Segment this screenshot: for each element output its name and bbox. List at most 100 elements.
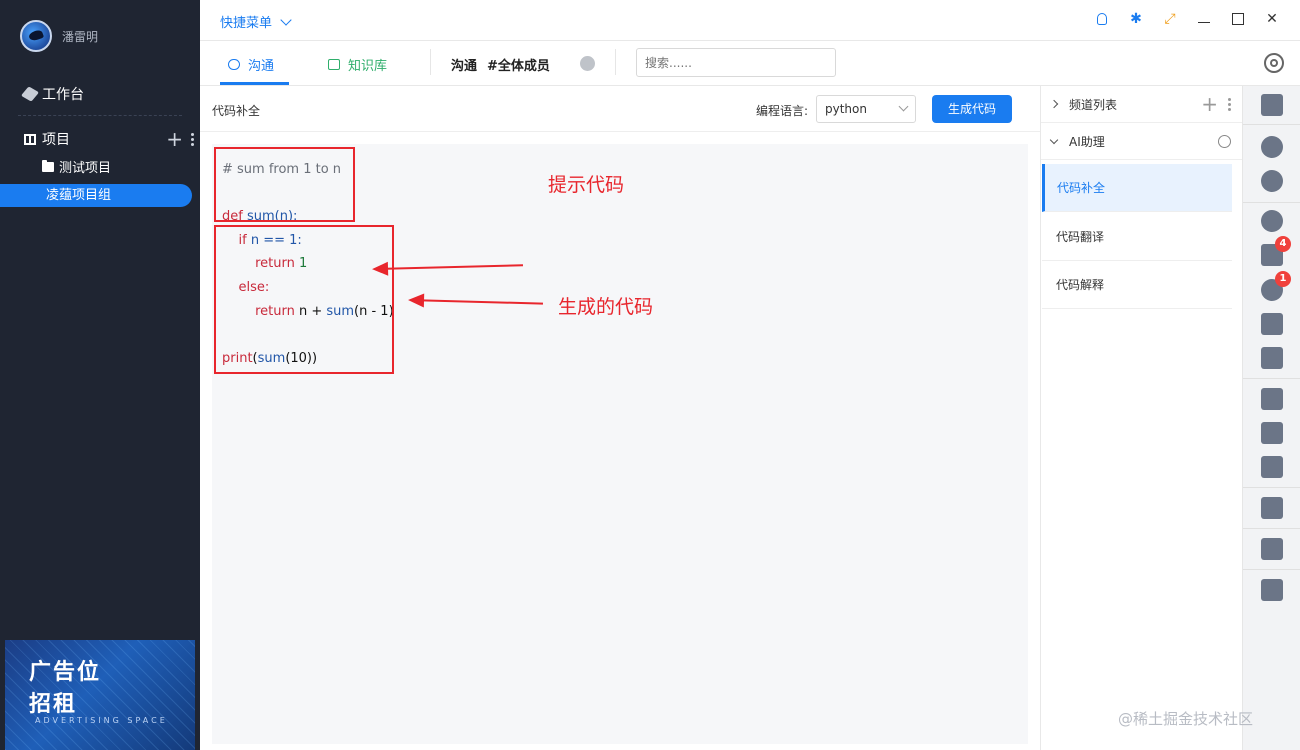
bug-icon[interactable]: 1 — [1261, 271, 1291, 301]
ai-assistant-header[interactable]: AI助理 — [1041, 123, 1243, 160]
bug-badge: 1 — [1275, 271, 1291, 287]
ad-banner[interactable]: 广告位 招租 ADVERTISING SPACE — [5, 640, 195, 750]
tab-comms[interactable]: 沟通 — [228, 55, 274, 74]
bulb-icon[interactable] — [1094, 11, 1110, 27]
close-icon[interactable]: ✕ — [1264, 11, 1280, 27]
divider — [1243, 569, 1300, 570]
annotation-generated-code: 生成的代码 — [558, 296, 654, 318]
app-window: 潘雷明 工作台 项目 + 测试项目 凌蕴项目组 广告位 招租 ADVERTISI… — [0, 0, 1300, 750]
flag-icon[interactable] — [1261, 347, 1283, 369]
left-sidebar: 潘雷明 工作台 项目 + 测试项目 凌蕴项目组 广告位 招租 ADVERTISI… — [0, 0, 200, 750]
more-icon[interactable] — [191, 132, 194, 146]
page-title: 代码补全 — [212, 104, 261, 118]
channel-prefix: 沟通 — [451, 59, 478, 74]
language-value: python — [825, 102, 867, 116]
ai-item-code-translation[interactable]: 代码翻译 — [1042, 213, 1232, 261]
tab-knowledge[interactable]: 知识库 — [328, 55, 387, 74]
chevron-down-icon — [280, 13, 292, 26]
divider — [615, 49, 616, 75]
add-channel-icon[interactable]: + — [1201, 94, 1218, 114]
ai-item-code-explanation[interactable]: 代码解释 — [1042, 261, 1232, 309]
folder-settings-icon[interactable] — [1261, 456, 1283, 478]
apps-icon[interactable] — [1261, 579, 1283, 601]
annotation-hint-code: 提示代码 — [548, 174, 625, 196]
divider — [1243, 528, 1300, 529]
sidebar-item-label: 凌蕴项目组 — [46, 188, 112, 203]
download-icon[interactable] — [1261, 538, 1283, 560]
user-profile[interactable]: 潘雷明 — [20, 20, 98, 52]
ad-line-1: 广告位 — [29, 660, 102, 685]
flash-icon[interactable] — [1261, 313, 1283, 335]
ad-line-2: 招租 — [29, 692, 78, 717]
username: 潘雷明 — [62, 29, 99, 44]
tabs-row: 沟通 知识库 沟通 #全体成员 — [200, 41, 1300, 86]
sidebar-item-projects[interactable]: 项目 + — [24, 129, 194, 149]
quick-menu-label: 快捷菜单 — [220, 16, 273, 31]
server-icon[interactable] — [1261, 388, 1283, 410]
watermark: @稀土掘金技术社区 — [1118, 710, 1254, 728]
generate-code-button[interactable]: 生成代码 — [932, 95, 1012, 123]
divider — [18, 115, 182, 116]
project-actions: + — [166, 129, 194, 149]
search-input[interactable] — [636, 48, 836, 77]
sidebar-item-project-group[interactable]: 凌蕴项目组 — [0, 184, 192, 207]
schedule-icon[interactable] — [1261, 497, 1283, 519]
sidebar-item-label: 工作台 — [42, 87, 84, 103]
bug-icon[interactable]: ✱ — [1128, 11, 1144, 27]
avatar[interactable] — [20, 20, 52, 52]
code-completion-panel: 代码补全 编程语言: python 生成代码 # sum from 1 to n… — [200, 86, 1040, 750]
right-icon-bar: 4 1 — [1242, 86, 1300, 750]
active-tab-indicator — [220, 82, 289, 85]
language-select[interactable]: python — [816, 95, 916, 123]
quick-menu-button[interactable]: 快捷菜单 — [220, 12, 292, 31]
task-icon[interactable]: 4 — [1261, 236, 1291, 266]
channel-title: 沟通 #全体成员 — [451, 55, 550, 74]
divider — [1243, 378, 1300, 379]
channel-name: #全体成员 — [487, 59, 550, 74]
add-project-icon[interactable]: + — [166, 129, 183, 149]
divider — [1243, 487, 1300, 488]
user-star-icon[interactable] — [1261, 170, 1283, 192]
location-icon[interactable] — [1261, 210, 1283, 232]
terminal-icon[interactable] — [1261, 422, 1283, 444]
panel-header: 代码补全 编程语言: python 生成代码 — [200, 86, 1040, 132]
settings-gear-icon[interactable] — [1264, 53, 1284, 73]
divider — [1243, 202, 1300, 203]
ai-assistant-label: AI助理 — [1069, 134, 1105, 149]
document-icon[interactable] — [1261, 94, 1283, 116]
channel-list-header[interactable]: 频道列表 + — [1041, 86, 1243, 123]
divider — [1243, 124, 1300, 125]
generated-code-highlight-box — [214, 225, 394, 374]
task-badge: 4 — [1275, 236, 1291, 252]
settings-gear-icon[interactable] — [1218, 134, 1231, 148]
sidebar-item-workbench[interactable]: 工作台 — [20, 84, 84, 104]
users-icon[interactable] — [1261, 136, 1283, 158]
more-icon[interactable] — [1228, 97, 1231, 111]
chevron-down-icon — [898, 101, 909, 112]
book-icon — [328, 59, 340, 70]
maximize-icon[interactable] — [1230, 11, 1246, 27]
top-bar: 快捷菜单 ✱ ⤢ ✕ — [200, 0, 1300, 41]
right-panel: 频道列表 + AI助理 代码补全 代码翻译 代码解释 — [1040, 86, 1243, 750]
sidebar-item-label: 项目 — [42, 132, 70, 148]
tab-label: 知识库 — [348, 59, 388, 74]
chevron-down-icon — [1049, 135, 1059, 144]
connect-icon[interactable]: ⤢ — [1162, 11, 1178, 27]
chat-icon — [228, 59, 240, 70]
chevron-right-icon — [1049, 99, 1059, 109]
members-icon[interactable] — [580, 56, 595, 71]
folder-icon — [42, 159, 54, 172]
channel-list-label: 频道列表 — [1069, 97, 1118, 112]
tab-label: 沟通 — [248, 59, 275, 74]
channel-list-actions: + — [1201, 94, 1231, 114]
sidebar-item-test-project[interactable]: 测试项目 — [42, 157, 111, 176]
cube-icon — [20, 86, 40, 102]
board-icon — [24, 133, 36, 145]
ai-item-code-completion[interactable]: 代码补全 — [1042, 164, 1232, 212]
hint-code-highlight-box — [214, 147, 355, 222]
ai-assistant-actions — [1218, 134, 1231, 148]
ad-line-3: ADVERTISING SPACE — [35, 716, 168, 725]
divider — [430, 49, 431, 75]
minimize-icon[interactable] — [1196, 11, 1212, 27]
language-label: 编程语言: — [756, 104, 809, 118]
